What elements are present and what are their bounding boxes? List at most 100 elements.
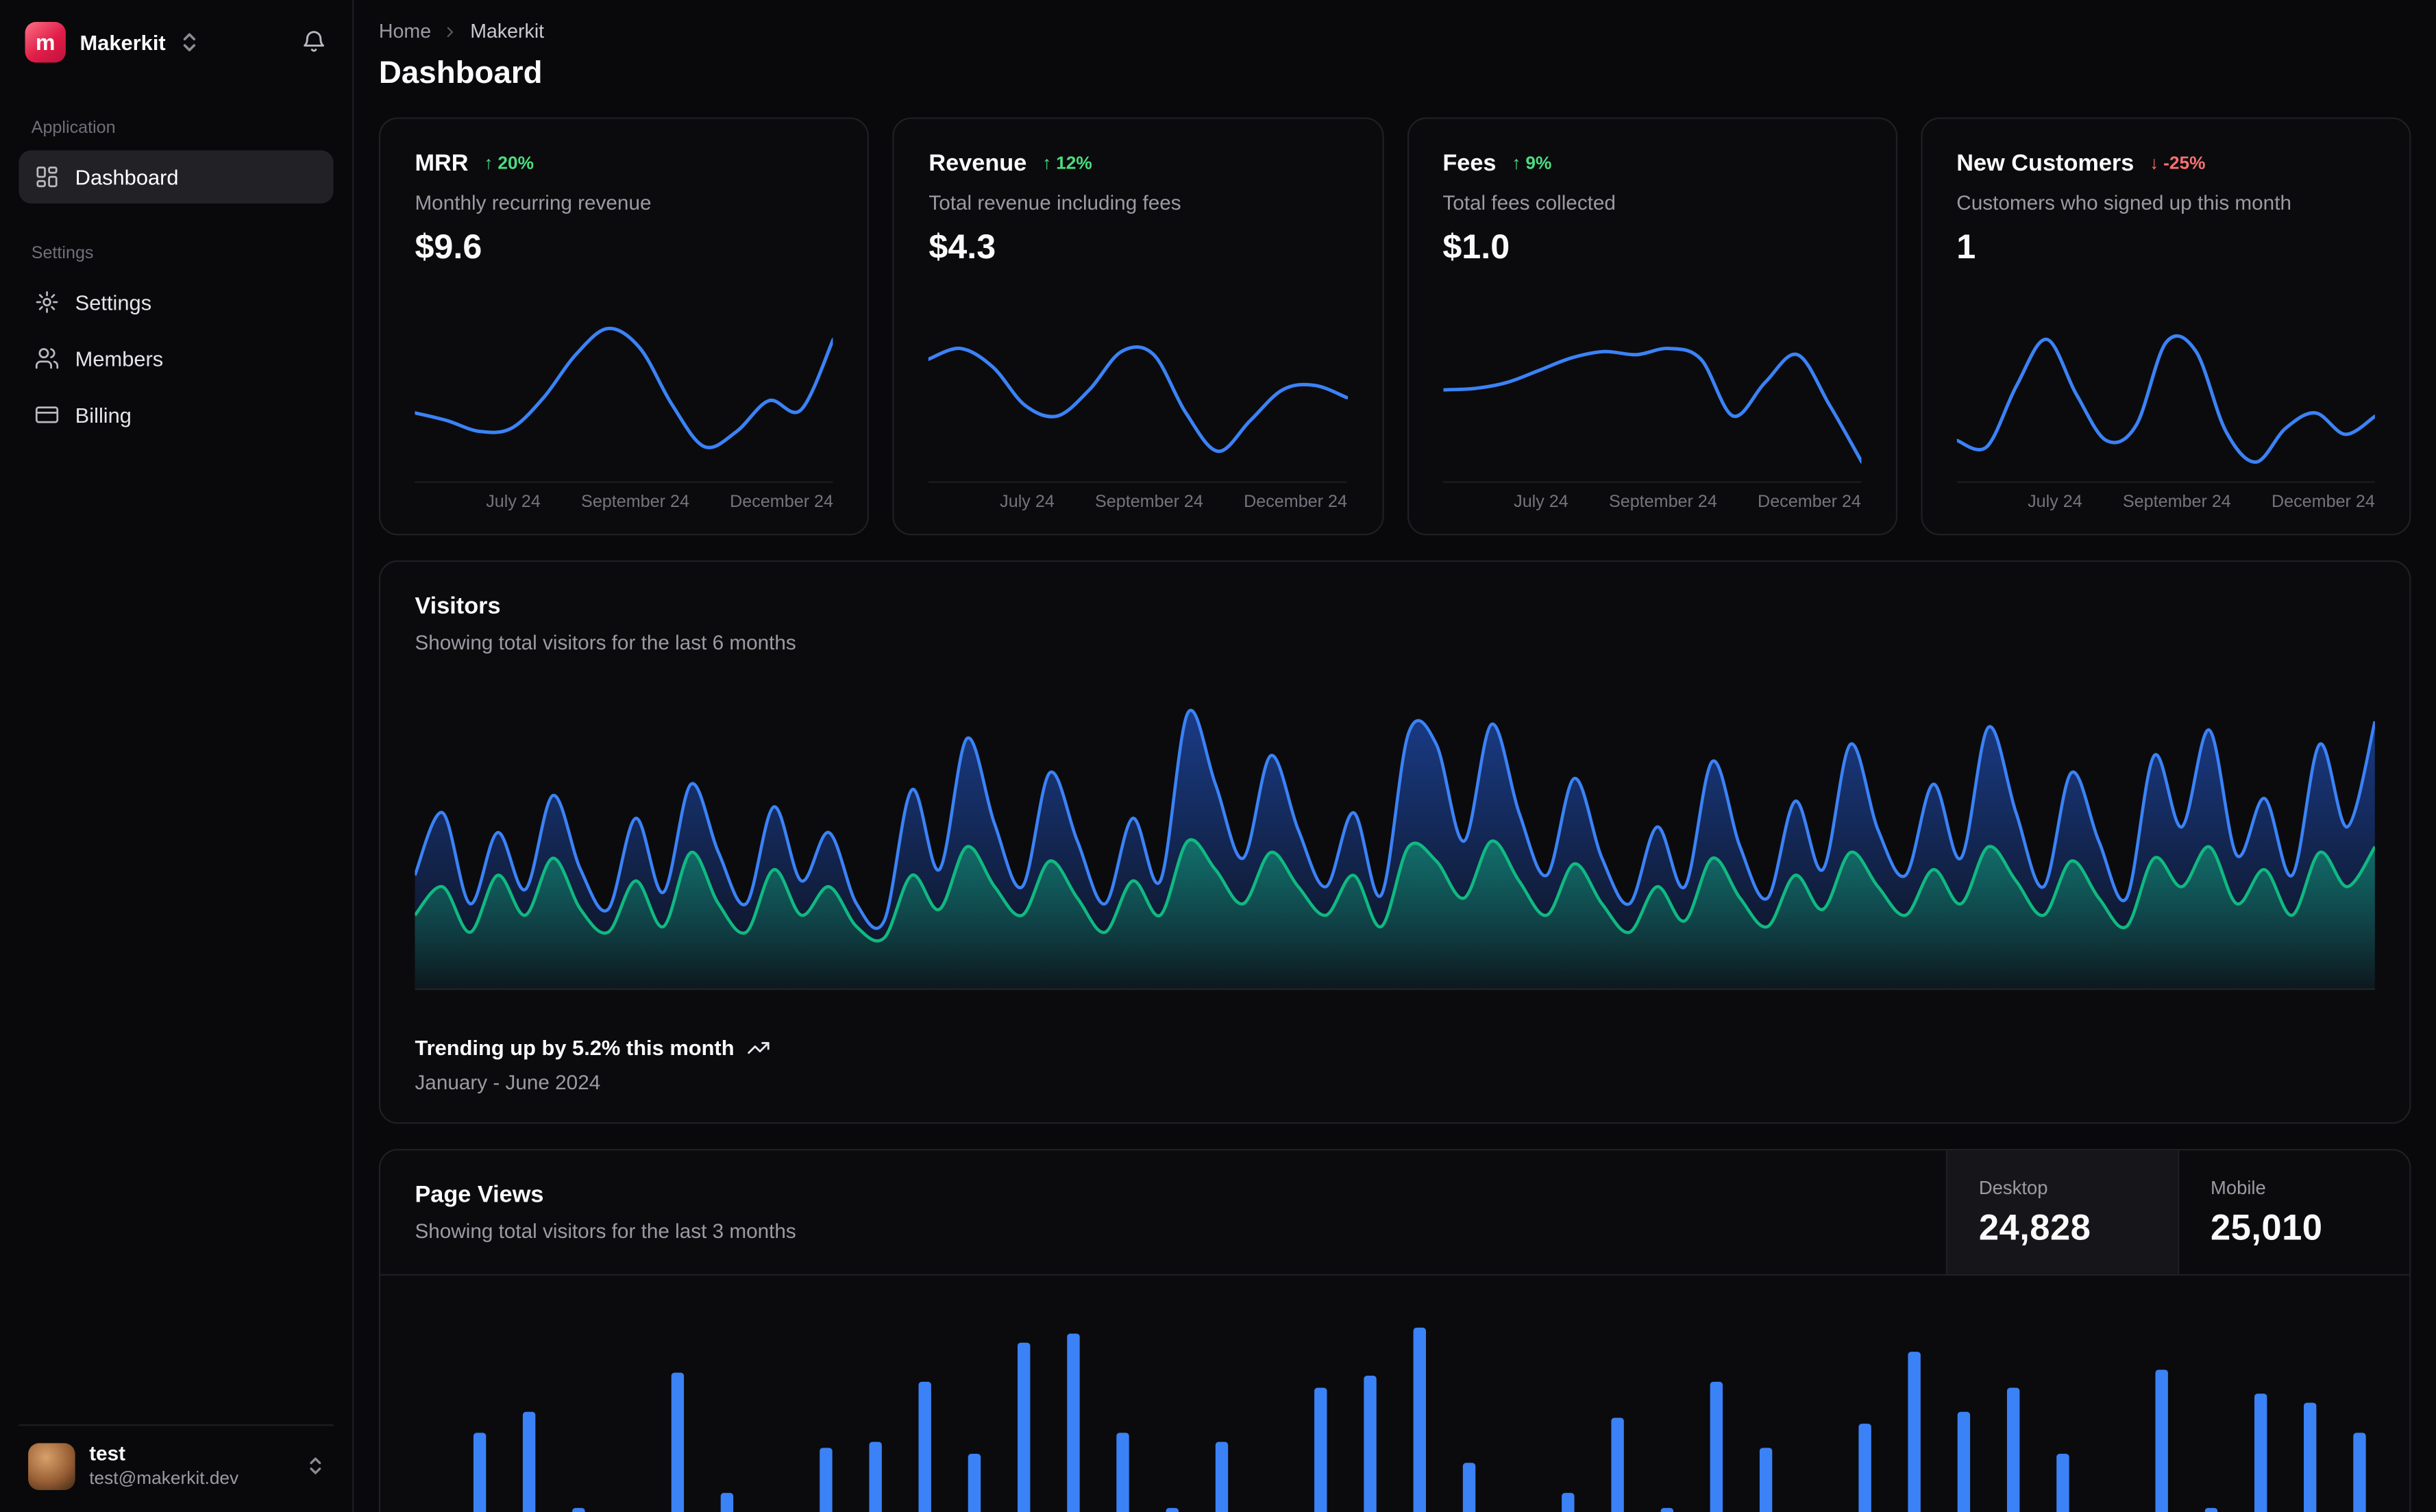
trend-badge: ↑ 20%: [484, 154, 534, 173]
stat-card-new-customers: New Customers ↓ -25% Customers who signe…: [1920, 117, 2411, 536]
trend-value: 20%: [497, 154, 534, 173]
stat-cards-row: MRR ↑ 20% Monthly recurring revenue $9.6…: [378, 117, 2411, 536]
mobile-label: Mobile: [2210, 1176, 2266, 1198]
breadcrumb: Home Makerkit: [379, 21, 2411, 42]
revenue-sparkline-chart: [928, 345, 1347, 483]
app-logo: m: [25, 21, 66, 63]
main-content: Home Makerkit Dashboard MRR ↑ 20% Monthl…: [354, 0, 2436, 1512]
stat-title: New Customers: [1956, 150, 2134, 177]
mrr-sparkline-chart: [415, 327, 834, 483]
x-tick: December 24: [2271, 493, 2375, 512]
visitors-subtitle: Showing total visitors for the last 6 mo…: [415, 630, 796, 655]
stat-card-revenue: Revenue ↑ 12% Total revenue including fe…: [892, 117, 1383, 536]
stat-title: Fees: [1442, 150, 1497, 177]
breadcrumb-current: Makerkit: [470, 20, 545, 42]
trending-up-icon: [747, 1036, 770, 1059]
user-meta: test test@makerkit.dev: [89, 1442, 238, 1490]
stat-card-fees: Fees ↑ 9% Total fees collected $1.0 July…: [1406, 117, 1897, 536]
desktop-value: 24,828: [1978, 1206, 2091, 1247]
gear-icon: [34, 290, 60, 315]
x-tick: July 24: [2028, 493, 2082, 512]
trend-badge: ↑ 12%: [1042, 154, 1092, 173]
stat-title: Revenue: [928, 150, 1027, 177]
x-tick: September 24: [1608, 493, 1717, 512]
sidebar-item-label: Dashboard: [75, 165, 179, 189]
x-tick: December 24: [730, 493, 834, 512]
nav-section-label-application: Application: [31, 119, 116, 138]
stat-subtitle: Customers who signed up this month: [1956, 190, 2291, 215]
visitors-period: January - June 2024: [415, 1070, 601, 1095]
visitors-card: Visitors Showing total visitors for the …: [378, 560, 2411, 1124]
trend-badge: ↓ -25%: [2150, 154, 2205, 173]
sidebar-item-members[interactable]: Members: [19, 332, 333, 385]
x-tick: September 24: [581, 493, 689, 512]
sidebar-item-billing[interactable]: Billing: [19, 388, 333, 442]
stat-subtitle: Monthly recurring revenue: [415, 190, 652, 215]
sidebar-item-label: Billing: [75, 403, 132, 427]
stat-value: $9.6: [415, 227, 482, 267]
app-root: m Makerkit Application Dashboard Setting…: [0, 0, 2436, 1512]
trend-up-arrow-icon: ↑: [484, 154, 493, 173]
mobile-value: 25,010: [2210, 1206, 2323, 1247]
credit-card-icon: [34, 402, 60, 427]
sidebar-item-dashboard[interactable]: Dashboard: [19, 150, 334, 204]
page-views-bar-chart: [473, 1327, 2366, 1512]
users-icon: [34, 346, 60, 371]
stat-title: MRR: [415, 150, 469, 177]
stat-value: $4.3: [928, 227, 996, 267]
sidebar-item-settings[interactable]: Settings: [19, 275, 333, 329]
chevrons-up-down-icon: [180, 32, 198, 53]
notifications-bell-icon[interactable]: [301, 29, 328, 55]
chevrons-up-down-icon: [307, 1456, 324, 1476]
spark-x-axis: July 24 September 24 December 24: [1956, 493, 2375, 512]
page-views-card: Page Views Showing total visitors for th…: [378, 1148, 2411, 1512]
x-tick: December 24: [1758, 493, 1861, 512]
trend-value: 9%: [1525, 154, 1552, 173]
sidebar: m Makerkit Application Dashboard Setting…: [0, 0, 354, 1512]
toggle-desktop[interactable]: Desktop 24,828: [1945, 1150, 2178, 1274]
chevron-right-icon: [442, 23, 459, 40]
stat-value: 1: [1956, 227, 1976, 267]
spark-x-axis: July 24 September 24 December 24: [928, 493, 1347, 512]
workspace-selector[interactable]: m Makerkit: [25, 21, 199, 63]
user-email: test@makerkit.dev: [89, 1469, 239, 1488]
avatar: [28, 1442, 75, 1490]
trend-up-arrow-icon: ↑: [1042, 154, 1052, 173]
new-customers-sparkline-chart: [1956, 334, 2375, 483]
stat-subtitle: Total revenue including fees: [928, 190, 1181, 215]
page-title: Dashboard: [378, 56, 543, 91]
desktop-label: Desktop: [1978, 1176, 2048, 1198]
dashboard-grid-icon: [34, 164, 60, 190]
visitors-title: Visitors: [415, 593, 501, 620]
x-tick: September 24: [1095, 493, 1203, 512]
page-views-subtitle: Showing total visitors for the last 3 mo…: [415, 1219, 796, 1243]
page-views-header: Page Views Showing total visitors for th…: [380, 1150, 2410, 1276]
spark-x-axis: July 24 September 24 December 24: [415, 493, 833, 512]
sidebar-item-label: Settings: [75, 290, 152, 314]
x-tick: July 24: [1000, 493, 1055, 512]
trend-down-arrow-icon: ↓: [2150, 154, 2159, 173]
user-name: test: [89, 1442, 126, 1466]
x-tick: July 24: [1514, 493, 1568, 512]
stat-value: $1.0: [1442, 227, 1510, 267]
workspace-name: Makerkit: [79, 30, 166, 54]
breadcrumb-home[interactable]: Home: [379, 21, 431, 42]
trend-value: -25%: [2163, 154, 2206, 173]
user-menu[interactable]: test test@makerkit.dev: [19, 1424, 334, 1496]
trend-up-arrow-icon: ↑: [1512, 154, 1521, 173]
page-views-title-block: Page Views Showing total visitors for th…: [380, 1150, 1946, 1274]
toggle-mobile[interactable]: Mobile 25,010: [2178, 1150, 2409, 1274]
spark-x-axis: July 24 September 24 December 24: [1442, 493, 1861, 512]
visitors-trend: Trending up by 5.2% this month: [415, 1036, 2374, 1060]
x-tick: December 24: [1244, 493, 1347, 512]
x-tick: July 24: [486, 493, 541, 512]
nav-section-label-settings: Settings: [31, 244, 94, 263]
stat-subtitle: Total fees collected: [1442, 190, 1616, 215]
fees-sparkline-chart: [1442, 347, 1861, 483]
trend-value: 12%: [1056, 154, 1092, 173]
sidebar-item-label: Members: [75, 347, 164, 371]
visitors-area-chart: [415, 708, 2375, 991]
sidebar-header: m Makerkit: [19, 21, 333, 63]
trend-text: Trending up by 5.2% this month: [415, 1036, 735, 1060]
page-views-title: Page Views: [415, 1181, 544, 1209]
